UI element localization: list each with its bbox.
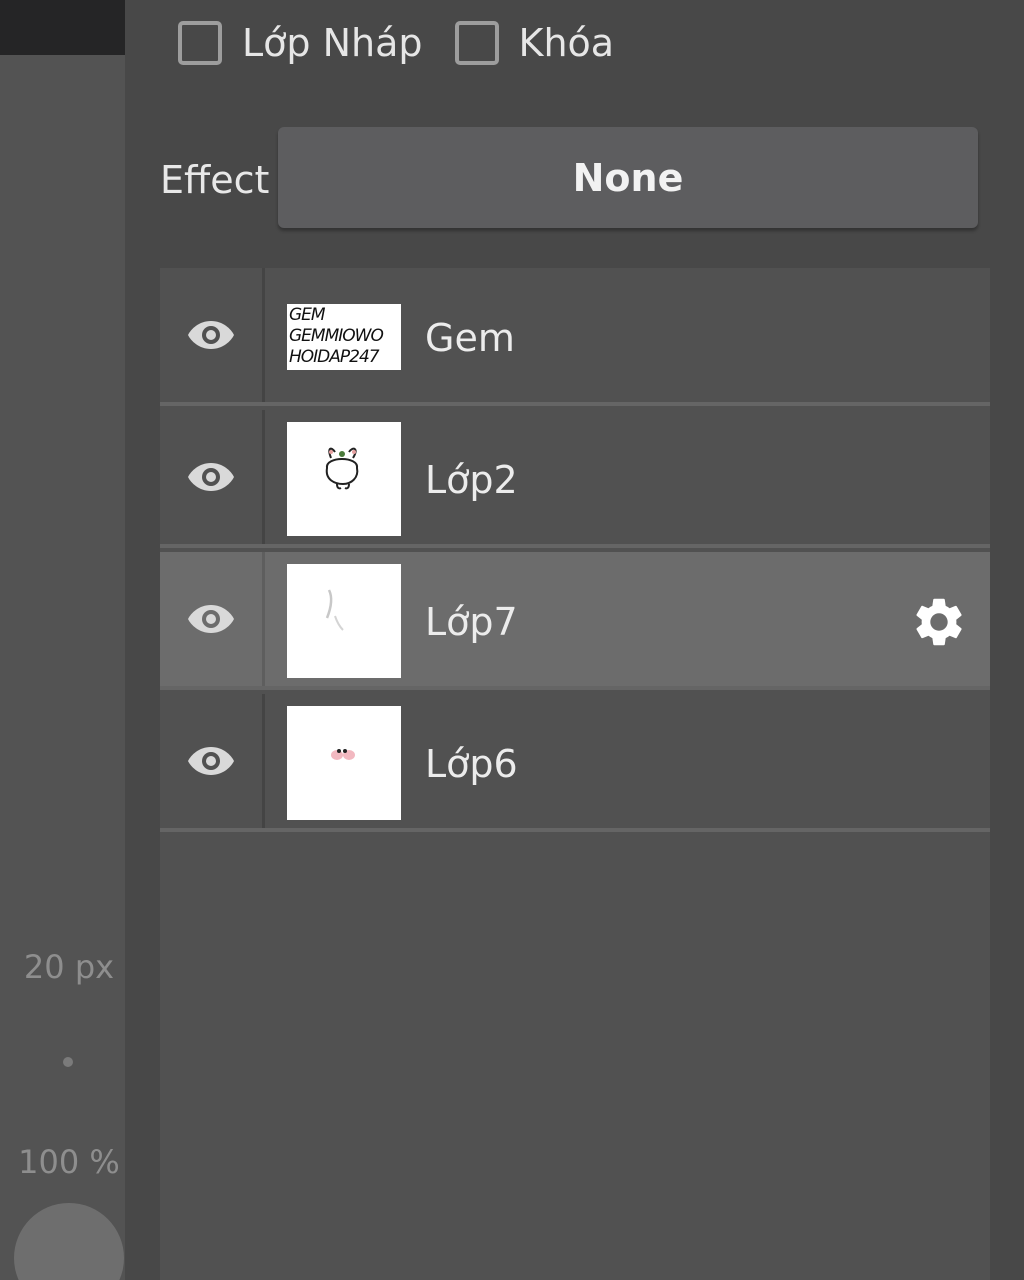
tool-sidebar: 20 px 100 % bbox=[0, 0, 125, 1280]
eye-icon bbox=[188, 321, 234, 349]
layer-list: GEM GEMMIOWO HOIDAP247 Gem Lớp2 Lớp7 Lớp… bbox=[160, 268, 990, 1280]
layer-options-row: Lớp Nháp Khóa bbox=[178, 15, 646, 70]
opacity-slider-knob[interactable] bbox=[14, 1203, 124, 1280]
layer-settings-screen: 20 px 100 % Lớp Nháp Khóa Effect None GE… bbox=[0, 0, 1024, 1280]
layer-thumbnail bbox=[287, 422, 401, 536]
layer-name: Lớp6 bbox=[425, 742, 518, 786]
visibility-toggle[interactable] bbox=[160, 268, 265, 402]
faint-stroke-icon bbox=[325, 589, 344, 631]
sidebar-header bbox=[0, 0, 125, 55]
thumbnail-text-line: HOIDAP247 bbox=[289, 347, 380, 367]
layer-thumbnail bbox=[287, 706, 401, 820]
thumbnail-text-line: GEM bbox=[289, 305, 326, 325]
layer-thumbnail: GEM GEMMIOWO HOIDAP247 bbox=[287, 304, 401, 370]
layer-row-gem[interactable]: GEM GEMMIOWO HOIDAP247 Gem bbox=[160, 268, 990, 406]
layer-row-lop7[interactable]: Lớp7 bbox=[160, 552, 990, 690]
layer-row-lop2[interactable]: Lớp2 bbox=[160, 410, 990, 548]
gear-icon[interactable] bbox=[910, 593, 968, 651]
effect-select-button[interactable]: None bbox=[278, 127, 978, 228]
brush-size-preview bbox=[63, 1057, 73, 1067]
lock-label[interactable]: Khóa bbox=[519, 21, 615, 65]
layer-row-lop6[interactable]: Lớp6 bbox=[160, 694, 990, 832]
visibility-toggle[interactable] bbox=[160, 410, 265, 544]
eye-icon bbox=[188, 605, 234, 633]
effect-label: Effect bbox=[160, 158, 270, 202]
lock-checkbox[interactable] bbox=[454, 20, 499, 65]
layer-name: Gem bbox=[425, 316, 515, 360]
draft-layer-label[interactable]: Lớp Nháp bbox=[242, 21, 423, 65]
bunny-sketch-icon bbox=[325, 447, 359, 490]
blush-face-icon bbox=[331, 749, 355, 760]
eye-icon bbox=[188, 463, 234, 491]
brush-size-label: 20 px bbox=[23, 948, 115, 986]
draft-layer-checkbox[interactable] bbox=[178, 20, 222, 65]
eye-icon bbox=[188, 747, 234, 775]
visibility-toggle[interactable] bbox=[160, 552, 265, 686]
layer-thumbnail bbox=[287, 564, 401, 678]
opacity-label: 100 % bbox=[18, 1143, 120, 1181]
layer-name: Lớp2 bbox=[425, 458, 518, 502]
thumbnail-text-line: GEMMIOWO bbox=[289, 326, 384, 346]
layer-name: Lớp7 bbox=[425, 600, 518, 644]
visibility-toggle[interactable] bbox=[160, 694, 265, 828]
